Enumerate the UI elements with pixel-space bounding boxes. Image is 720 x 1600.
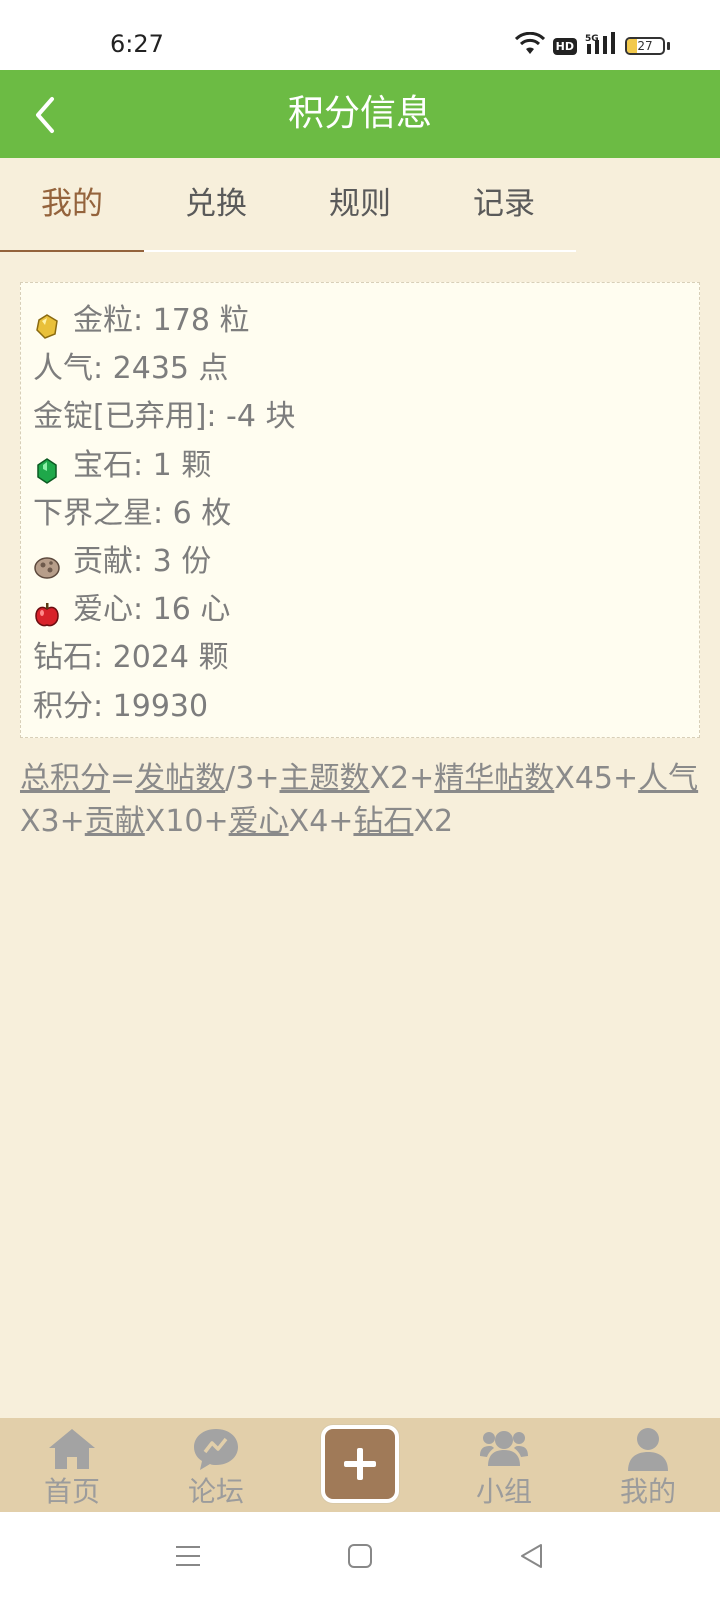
wifi-icon bbox=[514, 31, 545, 60]
chevron-left-icon bbox=[36, 97, 54, 133]
nav-label: 小组 bbox=[475, 1475, 532, 1508]
stat-points: 积分: 19930 bbox=[33, 683, 699, 731]
status-icons: HD 5G 27 bbox=[514, 31, 670, 60]
plus-icon bbox=[344, 1448, 376, 1480]
page-title: 积分信息 bbox=[287, 93, 432, 134]
stat-text: 金锭[已弃用]: -4 块 bbox=[33, 399, 296, 435]
bottom-nav: 首页 论坛 小组 我的 bbox=[0, 1418, 720, 1512]
stat-text: 积分: 19930 bbox=[33, 688, 209, 724]
group-icon bbox=[478, 1426, 530, 1472]
nav-plus-slot bbox=[288, 1418, 432, 1512]
stat-contribution: 贡献: 3 份 bbox=[33, 538, 699, 586]
recent-apps-button[interactable] bbox=[162, 1530, 214, 1582]
stat-gold-grain: 金粒: 178 粒 bbox=[33, 297, 699, 345]
menu-icon bbox=[176, 1546, 200, 1566]
stat-diamond: 钻石: 2024 颗 bbox=[33, 634, 699, 682]
contribution-icon bbox=[33, 548, 61, 579]
tab-mine[interactable]: 我的 bbox=[0, 158, 144, 252]
battery-icon: 27 bbox=[625, 37, 665, 55]
nav-label: 我的 bbox=[619, 1475, 676, 1508]
tab-rules[interactable]: 规则 bbox=[288, 158, 432, 250]
gem-icon bbox=[33, 452, 61, 484]
stat-text: 人气: 2435 点 bbox=[33, 351, 229, 387]
nav-mine[interactable]: 我的 bbox=[576, 1418, 720, 1512]
formula-text: X10+ bbox=[144, 804, 229, 839]
points-formula: 总积分=发帖数/3+主题数X2+精华帖数X45+人气 X3+贡献X10+爱心X4+… bbox=[20, 757, 700, 843]
formula-link-total[interactable]: 总积分 bbox=[20, 761, 110, 796]
formula-link-topics[interactable]: 主题数 bbox=[279, 761, 369, 796]
stat-text: 金粒: 178 粒 bbox=[73, 303, 250, 339]
tab-exchange[interactable]: 兑换 bbox=[144, 158, 288, 250]
stat-nether-star: 下界之星: 6 枚 bbox=[33, 490, 699, 538]
nav-home[interactable]: 首页 bbox=[0, 1418, 144, 1512]
formula-link-contribution[interactable]: 贡献 bbox=[85, 804, 145, 839]
points-info-card: 金粒: 178 粒 人气: 2435 点 金锭[已弃用]: -4 块 宝石: 1… bbox=[20, 282, 700, 738]
stat-text: 钻石: 2024 颗 bbox=[33, 640, 229, 676]
tab-bar: 我的 兑换 规则 记录 bbox=[0, 158, 576, 252]
add-post-button[interactable] bbox=[321, 1425, 399, 1503]
apple-heart-icon bbox=[33, 596, 61, 627]
square-icon bbox=[348, 1544, 372, 1568]
formula-text: X2 bbox=[413, 804, 454, 839]
back-button[interactable] bbox=[20, 90, 70, 140]
stat-gem: 宝石: 1 颗 bbox=[33, 442, 699, 490]
stat-text: 宝石: 1 颗 bbox=[73, 447, 212, 483]
formula-text: X3+ bbox=[20, 804, 85, 839]
formula-text: /3+ bbox=[225, 761, 280, 796]
nav-forum[interactable]: 论坛 bbox=[144, 1418, 288, 1512]
app-header: 积分信息 bbox=[0, 70, 720, 158]
nav-label: 论坛 bbox=[187, 1475, 244, 1508]
formula-link-popularity[interactable]: 人气 bbox=[638, 761, 698, 796]
stat-popularity: 人气: 2435 点 bbox=[33, 345, 699, 393]
home-icon bbox=[46, 1426, 98, 1472]
status-bar: 6:27 HD 5G 27 bbox=[0, 0, 720, 70]
signal-icon: 5G bbox=[585, 32, 617, 60]
formula-text: X4+ bbox=[288, 804, 354, 839]
forum-icon bbox=[190, 1426, 242, 1472]
stat-text: 贡献: 3 份 bbox=[73, 544, 212, 580]
formula-text: X2+ bbox=[369, 761, 435, 796]
hd-badge: HD bbox=[552, 37, 577, 55]
gold-grain-icon bbox=[33, 307, 61, 339]
system-nav-bar bbox=[0, 1512, 720, 1600]
battery-level: 27 bbox=[637, 39, 653, 53]
battery-fill bbox=[627, 39, 637, 53]
status-time: 6:27 bbox=[110, 30, 164, 58]
stat-text: 下界之星: 6 枚 bbox=[33, 495, 232, 531]
stat-text: 爱心: 16 心 bbox=[73, 592, 231, 628]
formula-link-digest[interactable]: 精华帖数 bbox=[434, 761, 554, 796]
formula-link-posts[interactable]: 发帖数 bbox=[135, 761, 225, 796]
formula-text: X45+ bbox=[554, 761, 639, 796]
formula-link-diamond[interactable]: 钻石 bbox=[353, 804, 413, 839]
formula-text: = bbox=[110, 761, 136, 796]
back-nav-button[interactable] bbox=[506, 1530, 558, 1582]
stat-gold-ingot: 金锭[已弃用]: -4 块 bbox=[33, 393, 699, 441]
nav-group[interactable]: 小组 bbox=[432, 1418, 576, 1512]
triangle-back-icon bbox=[521, 1544, 542, 1568]
stat-love: 爱心: 16 心 bbox=[33, 586, 699, 634]
nav-label: 首页 bbox=[43, 1475, 100, 1508]
battery-cap bbox=[667, 42, 670, 50]
profile-icon bbox=[622, 1426, 674, 1472]
home-button[interactable] bbox=[334, 1530, 386, 1582]
tab-records[interactable]: 记录 bbox=[432, 158, 576, 250]
formula-link-love[interactable]: 爱心 bbox=[229, 804, 289, 839]
